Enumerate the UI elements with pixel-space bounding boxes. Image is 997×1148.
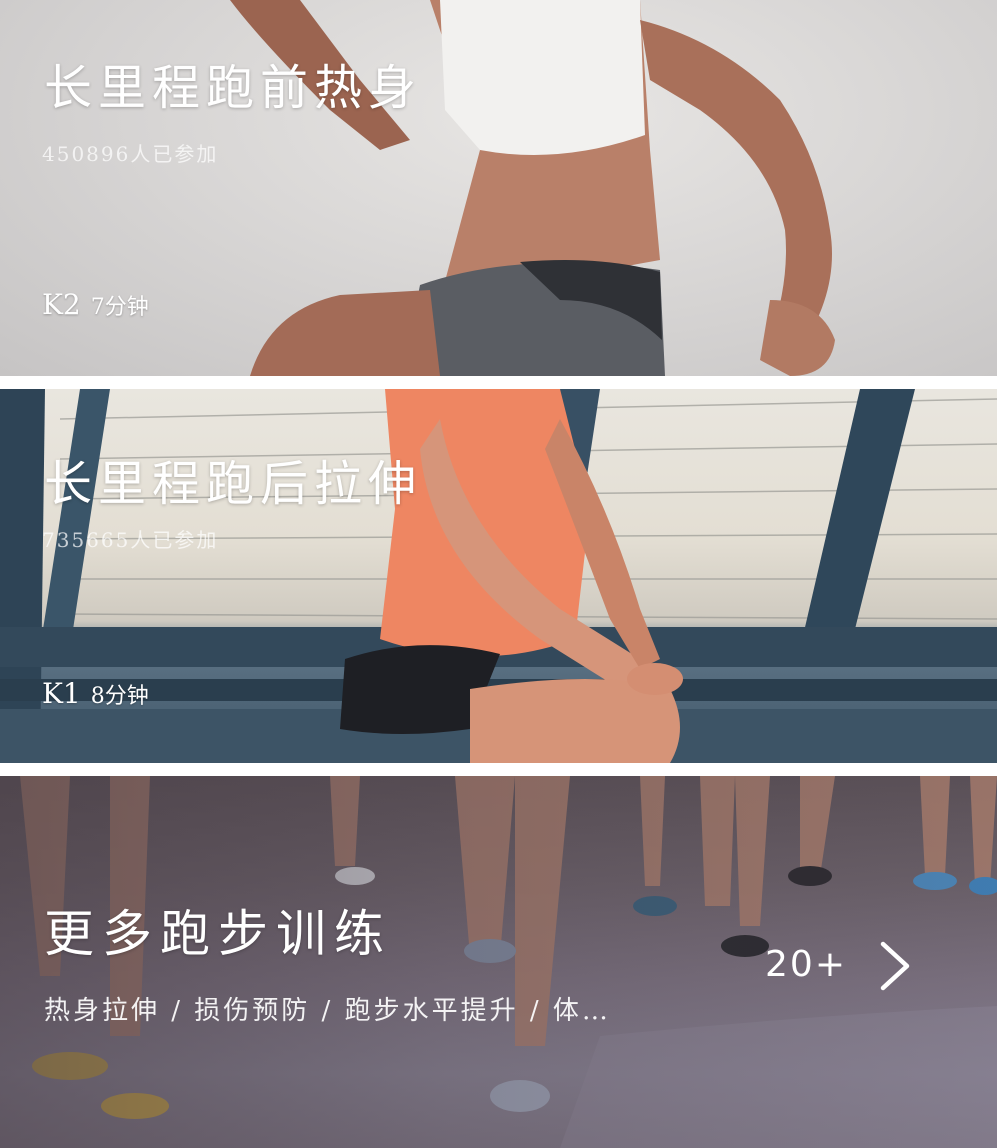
difficulty-level: K2 bbox=[42, 288, 81, 321]
workout-meta: K1 8分钟 bbox=[42, 677, 149, 710]
more-training-banner[interactable]: 更多跑步训练 热身拉伸 / 损伤预防 / 跑步水平提升 / 体… 20+ bbox=[0, 776, 997, 1148]
workout-duration: 8分钟 bbox=[90, 684, 149, 709]
workout-card-stretch[interactable]: 长里程跑后拉伸 735665人已参加 K1 8分钟 bbox=[0, 389, 997, 763]
workout-card-warmup[interactable]: 长里程跑前热身 450896人已参加 K2 7分钟 bbox=[0, 0, 997, 376]
training-tags: 热身拉伸 / 损伤预防 / 跑步水平提升 / 体… bbox=[44, 996, 611, 1026]
workout-title: 长里程跑后拉伸 bbox=[44, 456, 423, 512]
participants-count: 450896人已参加 bbox=[42, 142, 219, 166]
more-training-title: 更多跑步训练 bbox=[44, 905, 392, 963]
workout-title: 长里程跑前热身 bbox=[44, 60, 423, 116]
chevron-right-icon[interactable] bbox=[875, 938, 915, 994]
training-count: 20+ bbox=[765, 944, 847, 985]
workout-duration: 7分钟 bbox=[90, 295, 149, 320]
difficulty-level: K1 bbox=[42, 677, 81, 710]
workout-meta: K2 7分钟 bbox=[42, 288, 149, 321]
participants-count: 735665人已参加 bbox=[42, 528, 219, 552]
